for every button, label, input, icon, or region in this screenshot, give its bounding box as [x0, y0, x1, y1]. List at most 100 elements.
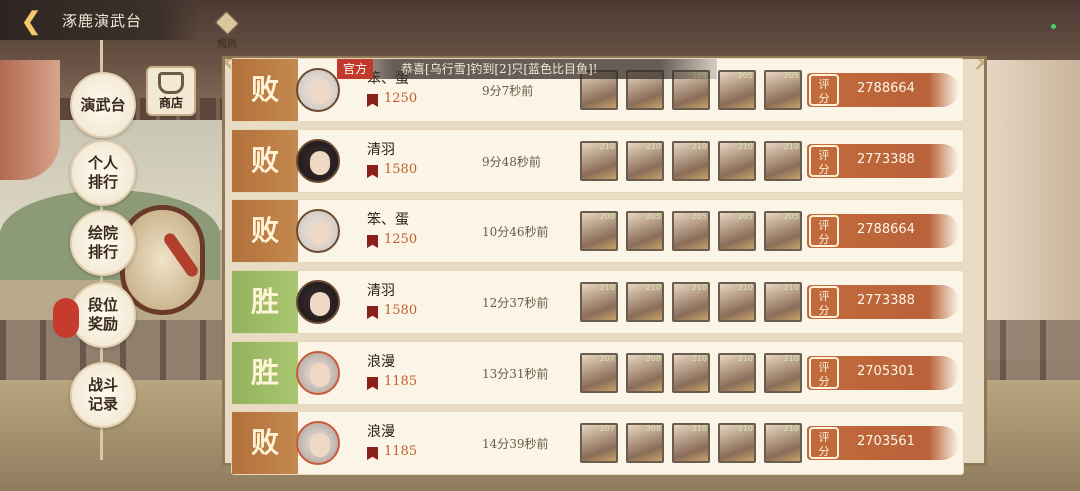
hero-level: 210 — [737, 354, 753, 363]
hero-level: 210 — [783, 424, 799, 433]
hero-card[interactable]: 210 — [718, 141, 756, 181]
hero-card[interactable]: 210 — [764, 282, 802, 322]
rank-flag-icon — [367, 306, 378, 319]
avatar-face — [310, 292, 330, 316]
total-score: 2773388 — [857, 152, 915, 167]
hero-card[interactable]: 205 — [672, 211, 710, 251]
hero-level: 208 — [645, 354, 661, 363]
hero-card[interactable]: 208 — [626, 423, 664, 463]
hero-card[interactable]: 210 — [764, 353, 802, 393]
hero-card[interactable]: 210 — [764, 141, 802, 181]
avatar-face — [310, 80, 330, 104]
battle-time: 12分37秒前 — [482, 296, 549, 310]
status-dot — [1051, 24, 1056, 29]
curtain-left — [0, 60, 60, 180]
total-score: 2705301 — [857, 364, 915, 379]
hero-card[interactable]: 210 — [580, 282, 618, 322]
hero-card[interactable]: 210 — [672, 353, 710, 393]
record-row[interactable]: 败 笨、蛋 1250 10分46秒前 200 205 205 205 205 评分 27886… — [231, 199, 964, 263]
nav-button-3[interactable]: 段位 奖励 — [70, 282, 136, 348]
hero-level: 210 — [737, 142, 753, 151]
title-bar: ❮ 涿鹿演武台 — [0, 0, 200, 40]
hero-level: 210 — [645, 283, 661, 292]
hero-card[interactable]: 210 — [718, 353, 756, 393]
hero-card[interactable]: 210 — [626, 141, 664, 181]
curtain-right — [980, 60, 1080, 360]
hero-card[interactable]: 210 — [626, 282, 664, 322]
result-badge: 败 — [232, 130, 298, 192]
hero-level: 205 — [783, 71, 799, 80]
hero-level: 210 — [737, 283, 753, 292]
hero-level: 205 — [737, 212, 753, 221]
record-row[interactable]: 败 清羽 1580 9分48秒前 210 210 210 210 210 评分 2773388 — [231, 129, 964, 193]
player-avatar[interactable] — [296, 209, 340, 253]
hero-card[interactable]: 205 — [718, 70, 756, 110]
total-score-box: 评分 2788664 — [807, 214, 959, 248]
record-row[interactable]: 胜 清羽 1580 12分37秒前 210 210 210 210 210 评分 277338… — [231, 270, 964, 334]
score-label: 评分 — [809, 427, 839, 459]
hero-card[interactable]: 210 — [672, 141, 710, 181]
hero-level: 210 — [691, 424, 707, 433]
hero-card[interactable]: 210 — [672, 423, 710, 463]
nav-label: 段位 奖励 — [87, 296, 118, 333]
nav-button-2[interactable]: 绘院 排行 — [70, 210, 136, 276]
record-row[interactable]: 败 浪漫 1185 14分39秒前 207 208 210 210 210 评分 270356… — [231, 411, 964, 475]
hero-card[interactable]: 208 — [626, 353, 664, 393]
player-rank-score: 1580 — [384, 303, 418, 318]
hero-card[interactable]: 210 — [718, 282, 756, 322]
shop-label: 商店 — [158, 96, 183, 110]
score-label: 评分 — [809, 74, 839, 106]
shop-button[interactable]: 商店 — [146, 66, 196, 116]
player-rank-score: 1250 — [384, 91, 418, 106]
battle-time: 9分48秒前 — [482, 155, 541, 169]
hero-card[interactable]: 210 — [764, 423, 802, 463]
hero-level: 200 — [599, 212, 615, 221]
result-badge: 胜 — [232, 271, 298, 333]
battle-time: 14分39秒前 — [482, 437, 549, 451]
hero-card[interactable]: 210 — [672, 282, 710, 322]
hero-level: 205 — [737, 71, 753, 80]
battle-time: 9分7秒前 — [482, 84, 534, 98]
hero-level: 205 — [691, 212, 707, 221]
total-score: 2703561 — [857, 434, 915, 449]
hero-card[interactable]: 210 — [580, 141, 618, 181]
chevron-left-icon: ❮ — [20, 6, 42, 35]
hero-card[interactable]: 205 — [626, 211, 664, 251]
player-avatar[interactable] — [296, 139, 340, 183]
battle-time: 13分31秒前 — [482, 367, 549, 381]
player-avatar[interactable] — [296, 280, 340, 324]
result-badge: 败 — [232, 412, 298, 474]
player-avatar[interactable] — [296, 351, 340, 395]
nav-label: 演武台 — [80, 95, 126, 114]
nav-button-0[interactable]: 演武台 — [70, 72, 136, 138]
rules-button[interactable]: 规则 — [212, 9, 242, 50]
battle-time: 10分46秒前 — [482, 225, 549, 239]
nav-label: 绘院 排行 — [87, 224, 118, 261]
hero-card[interactable]: 210 — [718, 423, 756, 463]
player-name: 浪漫 — [367, 354, 395, 370]
nav-button-4[interactable]: 战斗 记录 — [70, 362, 136, 428]
nav-button-1[interactable]: 个人 排行 — [70, 140, 136, 206]
hero-card[interactable]: 205 — [764, 70, 802, 110]
hero-card[interactable]: 200 — [580, 211, 618, 251]
hero-level: 210 — [599, 283, 615, 292]
page-title: 涿鹿演武台 — [62, 12, 143, 30]
player-name: 笨、蛋 — [367, 212, 409, 228]
avatar-face — [310, 363, 330, 387]
mascot-decoration — [53, 298, 79, 338]
hero-level: 207 — [599, 424, 615, 433]
back-button[interactable]: ❮ — [18, 8, 44, 34]
nav-label: 战斗 记录 — [87, 376, 118, 413]
total-score-box: 评分 2788664 — [807, 73, 959, 107]
player-avatar[interactable] — [296, 421, 340, 465]
total-score: 2773388 — [857, 293, 915, 308]
player-name: 清羽 — [367, 142, 395, 158]
hero-card[interactable]: 207 — [580, 423, 618, 463]
record-row[interactable]: 胜 浪漫 1185 13分31秒前 207 208 210 210 210 评分 270530… — [231, 341, 964, 405]
hero-card[interactable]: 205 — [764, 211, 802, 251]
hero-level: 210 — [783, 142, 799, 151]
hero-card[interactable]: 205 — [718, 211, 756, 251]
rules-label: 规则 — [217, 39, 237, 50]
player-avatar[interactable] — [296, 68, 340, 112]
hero-card[interactable]: 207 — [580, 353, 618, 393]
